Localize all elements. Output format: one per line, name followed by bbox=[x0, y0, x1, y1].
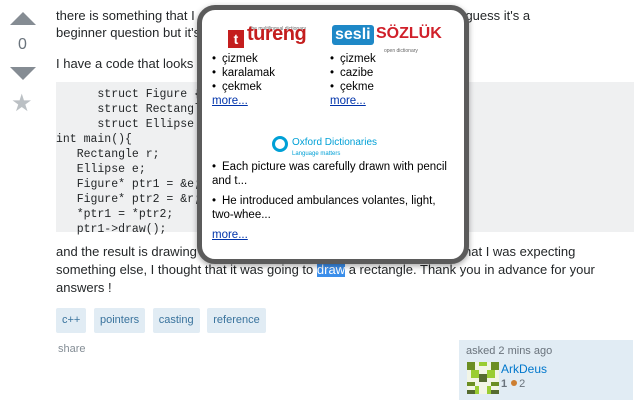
share-link[interactable]: share bbox=[58, 341, 86, 358]
logo-tagline: open dictionary bbox=[384, 48, 418, 54]
oxford-more-link[interactable]: more... bbox=[212, 229, 248, 241]
selected-word-highlight[interactable]: draw bbox=[316, 262, 346, 277]
reputation-score: 1 bbox=[501, 378, 508, 390]
code-line: Ellipse e; bbox=[56, 163, 146, 176]
oxford-logo: Oxford Dictionaries Language matters bbox=[212, 134, 452, 160]
code-line: Figure* ptr1 = &e; bbox=[56, 178, 201, 191]
paragraph-text: there is something that I c bbox=[56, 8, 205, 23]
tureng-more-link[interactable]: more... bbox=[212, 95, 248, 107]
logo-word: tureng bbox=[247, 23, 307, 45]
tag-pointers[interactable]: pointers bbox=[93, 308, 146, 333]
list-item: He introduced ambulances volantes, light… bbox=[212, 194, 452, 222]
list-item: çizmek bbox=[212, 52, 332, 66]
paragraph-text: something else, I thought that it was go… bbox=[56, 262, 317, 277]
dictionary-popup: the multilingual dictionary t tureng çiz… bbox=[197, 5, 469, 264]
sesli-results: çizmek cazibe çekme bbox=[330, 52, 450, 94]
paragraph-text: a rectangle. Thank you in advance for yo… bbox=[345, 262, 595, 277]
bronze-badge-count: 2 bbox=[519, 378, 526, 390]
sesli-sozluk-logo: sesli SÖZLÜK open dictionary bbox=[332, 22, 450, 54]
bronze-badge-icon bbox=[511, 380, 518, 386]
logo-mark: t bbox=[228, 30, 244, 48]
favorite-star-icon[interactable]: ★ bbox=[11, 92, 33, 116]
tureng-results: çizmek karalamak çekmek bbox=[212, 52, 332, 94]
avatar[interactable] bbox=[467, 362, 499, 394]
code-line: ptr1->draw(); bbox=[56, 223, 167, 236]
list-item: karalamak bbox=[212, 66, 332, 80]
code-line: *ptr1 = *ptr2; bbox=[56, 208, 174, 221]
logo-word: sesli bbox=[332, 25, 374, 45]
code-line: struct Ellipse : bbox=[56, 118, 208, 131]
list-item: çekmek bbox=[212, 80, 332, 94]
question-paragraph-2: I have a code that looks bbox=[56, 56, 194, 71]
code-line: struct Figure {.. bbox=[56, 88, 215, 101]
code-line: Rectangle r; bbox=[56, 148, 160, 161]
code-line: int main(){ bbox=[56, 133, 132, 146]
list-item: çekme bbox=[330, 80, 450, 94]
code-line: Figure* ptr2 = &r; bbox=[56, 193, 201, 206]
logo-word: SÖZLÜK bbox=[376, 25, 442, 42]
oxford-section: Oxford Dictionaries Language matters Eac… bbox=[212, 134, 452, 242]
upvote-arrow-icon[interactable] bbox=[10, 12, 36, 25]
sesli-more-link[interactable]: more... bbox=[330, 95, 366, 107]
sesli-sozluk-section: sesli SÖZLÜK open dictionary çizmek cazi… bbox=[330, 22, 450, 108]
tureng-logo: the multilingual dictionary t tureng bbox=[228, 22, 332, 52]
tag-list: c++ pointers casting reference bbox=[56, 308, 270, 333]
paragraph-text: and the result is drawing a bbox=[56, 244, 208, 259]
tag-reference[interactable]: reference bbox=[207, 308, 266, 333]
reputation: 12 bbox=[501, 378, 525, 390]
tag-casting[interactable]: casting bbox=[152, 308, 200, 333]
list-item: Each picture was carefully drawn with pe… bbox=[212, 160, 452, 188]
logo-tagline: Language matters bbox=[292, 151, 341, 157]
username-link[interactable]: ArkDeus bbox=[501, 362, 547, 376]
asked-time: asked 2 mins ago bbox=[466, 345, 553, 357]
list-item: cazibe bbox=[330, 66, 450, 80]
owner-card: asked 2 mins ago ArkDeus 12 bbox=[459, 340, 633, 400]
tureng-section: the multilingual dictionary t tureng çiz… bbox=[212, 22, 332, 108]
downvote-arrow-icon[interactable] bbox=[10, 67, 36, 80]
oxford-results: Each picture was carefully drawn with pe… bbox=[212, 160, 452, 222]
paragraph-text: beginner question but it's bbox=[56, 25, 201, 40]
vote-count: 0 bbox=[18, 36, 27, 53]
paragraph-text: answers ! bbox=[56, 280, 112, 295]
tag-cpp[interactable]: c++ bbox=[56, 308, 87, 333]
oxford-circle-icon bbox=[272, 136, 288, 152]
code-line: struct Rectangle bbox=[56, 103, 208, 116]
